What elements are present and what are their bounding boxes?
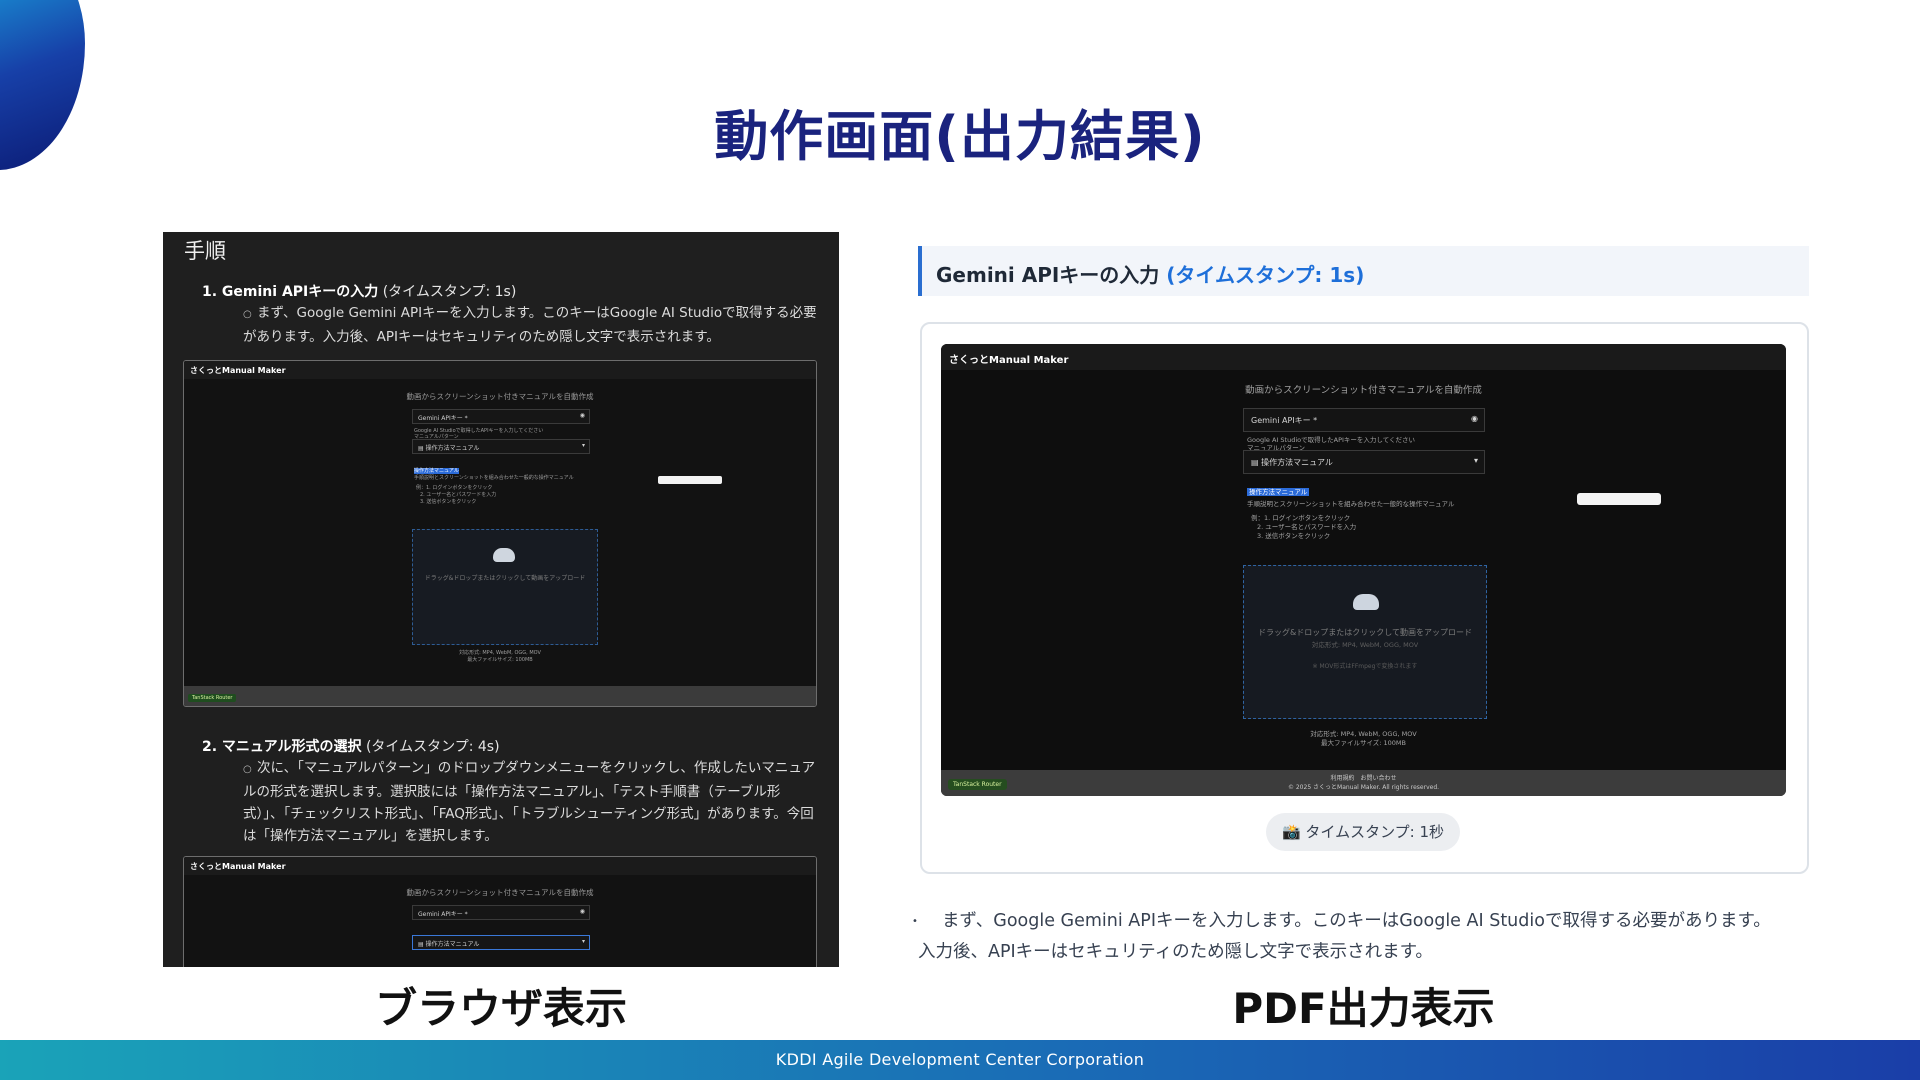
upload-cloud-icon [1353, 594, 1379, 610]
pdf-heading-timestamp: (タイムスタンプ: 1s) [1166, 263, 1365, 287]
router-badge[interactable]: TanStack Router [188, 694, 237, 702]
chevron-down-icon: ▾ [581, 938, 585, 945]
pattern-select[interactable]: ▤ 操作方法マニュアル ▾ [1243, 450, 1485, 474]
step-1-timestamp: (タイムスタンプ: 1s) [378, 284, 517, 300]
copyright: © 2025 さくっとManual Maker. All rights rese… [1287, 784, 1440, 791]
pattern-desc: 手順説明とスクリーンショットを組み合わせた一般的な操作マニュアル [1247, 500, 1455, 508]
example-3: 3. 送信ボタンをクリック [1257, 532, 1331, 540]
dropzone-text: ドラッグ&ドロップまたはクリックして動画をアップロード [1258, 628, 1472, 637]
dropzone-ffmpeg-note: ※ MOV形式はFFmpegで変換されます [1312, 663, 1418, 670]
dropzone-text: ドラッグ&ドロップまたはクリックして動画をアップロード [424, 575, 586, 582]
app-title: さくっとManual Maker [184, 361, 816, 379]
api-key-field[interactable]: Gemini APIキー * ◉ [412, 905, 590, 920]
api-key-field[interactable]: Gemini APIキー * ◉ [412, 409, 590, 424]
step-1-description: ○ まず、Google Gemini APIキーを入力します。このキーはGoogl… [243, 305, 817, 345]
step-2-description: ○ 次に、「マニュアルパターン」のドロップダウンメニューをクリックし、作成したいマ… [243, 760, 816, 844]
eye-off-icon[interactable]: ◉ [580, 412, 585, 419]
slide-title: 動作画面(出力結果) [714, 105, 1206, 168]
timestamp-chip: 📸 タイムスタンプ: 1秒 [1266, 813, 1460, 851]
browser-view-panel: 手順 1. Gemini APIキーの入力 (タイムスタンプ: 1s) ○ まず、… [163, 232, 839, 967]
app-subtitle: 動画からスクリーンショット付きマニュアルを自動作成 [1245, 385, 1482, 396]
example-2: 2. ユーザー名とパスワードを入力 [420, 492, 497, 498]
example-3: 3. 送信ボタンをクリック [420, 499, 477, 505]
pattern-select[interactable]: ▤ 操作方法マニュアル ▾ [412, 935, 590, 950]
chevron-down-icon: ▾ [581, 442, 585, 449]
example-1: 例：1. ログインボタンをクリック [416, 485, 493, 491]
footer-bar: KDDI Agile Development Center Corporatio… [0, 1040, 1920, 1080]
pattern-desc-title: 操作方法マニュアル [1247, 488, 1310, 496]
upload-dropzone[interactable]: ドラッグ&ドロップまたはクリックして動画をアップロード 対応形式: MP4, W… [1243, 565, 1487, 719]
app-subtitle: 動画からスクリーンショット付きマニュアルを自動作成 [406, 888, 594, 897]
eye-off-icon[interactable]: ◉ [1471, 414, 1478, 423]
pdf-app-screenshot: さくっとManual Maker 動画からスクリーンショット付きマニュアルを自動… [941, 344, 1786, 796]
step-2-title: 2. マニュアル形式の選択 (タイムスタンプ: 4s) [202, 736, 500, 756]
caption-browser: ブラウザ表示 [374, 984, 627, 1033]
document-icon: ▤ [418, 941, 426, 948]
chevron-down-icon: ▾ [1473, 456, 1478, 465]
upload-cloud-icon [493, 548, 515, 562]
step-1-label: 1. Gemini APIキーの入力 [202, 284, 379, 300]
formats-note: 対応形式: MP4, WebM, OGG, MOV [1310, 730, 1417, 738]
api-key-field[interactable]: Gemini APIキー * ◉ [1243, 408, 1485, 432]
eye-off-icon[interactable]: ◉ [580, 908, 585, 915]
app-footer: 利用規約 お問い合わせ © 2025 さくっとManual Maker. All… [941, 770, 1786, 796]
document-icon: ▤ [418, 445, 426, 452]
app-footer: TanStack Router [184, 686, 816, 706]
floating-toolbar[interactable] [658, 476, 722, 484]
pdf-step-description: • まず、Google Gemini APIキーを入力します。このキーはGoog… [912, 906, 1788, 968]
bullet-icon: • [912, 916, 918, 927]
pattern-select[interactable]: ▤ 操作方法マニュアル ▾ [412, 439, 590, 454]
pdf-heading-text: Gemini APIキーの入力 [936, 263, 1160, 287]
step-2-label: 2. マニュアル形式の選択 [202, 739, 362, 755]
app-subtitle: 動画からスクリーンショット付きマニュアルを自動作成 [406, 392, 594, 401]
app-screenshot-2: さくっとManual Maker 動画からスクリーンショット付きマニュアルを自動… [183, 856, 817, 967]
footer-links[interactable]: 利用規約 お問い合わせ [941, 774, 1786, 783]
app-title: さくっとManual Maker [941, 344, 1786, 370]
floating-toolbar[interactable] [1577, 493, 1661, 505]
pattern-desc-title: 操作方法マニュアル [414, 468, 459, 474]
formats-note: 対応形式: MP4, WebM, OGG, MOV [459, 650, 541, 656]
pdf-step-heading: Gemini APIキーの入力 (タイムスタンプ: 1s) [918, 246, 1809, 296]
app-title: さくっとManual Maker [184, 857, 816, 875]
upload-dropzone[interactable]: ドラッグ&ドロップまたはクリックして動画をアップロード [412, 529, 598, 645]
steps-heading: 手順 [184, 239, 226, 263]
app-screenshot-1: さくっとManual Maker 動画からスクリーンショット付きマニュアルを自動… [183, 360, 817, 707]
step-2-timestamp: (タイムスタンプ: 4s) [361, 739, 500, 755]
footer-company: KDDI Agile Development Center Corporatio… [775, 1050, 1145, 1069]
dropzone-formats: 対応形式: MP4, WebM, OGG, MOV [1311, 641, 1419, 649]
router-badge[interactable]: TanStack Router [948, 779, 1007, 790]
step-1-title: 1. Gemini APIキーの入力 (タイムスタンプ: 1s) [202, 281, 516, 301]
max-size-note: 最大ファイルサイズ: 100MB [467, 657, 533, 663]
caption-pdf: PDF出力表示 [1232, 984, 1495, 1033]
document-icon: ▤ [1251, 458, 1262, 467]
pattern-desc: 手順説明とスクリーンショットを組み合わせた一般的な操作マニュアル [414, 475, 574, 481]
max-size-note: 最大ファイルサイズ: 100MB [1320, 739, 1407, 747]
